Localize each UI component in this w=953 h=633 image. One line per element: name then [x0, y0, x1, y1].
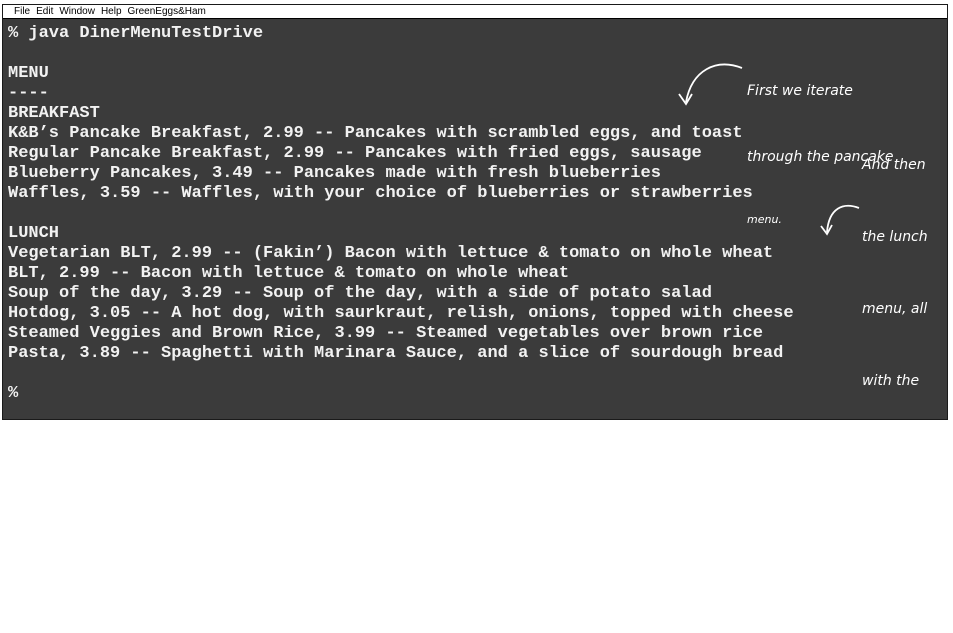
lunch-item: Steamed Veggies and Brown Rice, 3.99 -- … [8, 324, 763, 343]
menu-bar: File Edit Window Help GreenEggs&Ham [3, 5, 947, 19]
menu-help[interactable]: Help [101, 5, 122, 18]
menu-file[interactable]: File [14, 5, 30, 18]
annotation-line: same [862, 446, 892, 459]
lunch-item: Hotdog, 3.05 -- A hot dog, with saurkrau… [8, 304, 794, 323]
menu-window[interactable]: Window [59, 5, 95, 18]
menu-edit[interactable]: Edit [36, 5, 53, 18]
annotation-line: First we iterate [747, 83, 853, 99]
arrow-icon [678, 63, 743, 106]
annotation-line: code. [862, 590, 893, 603]
lunch-item: Pasta, 3.89 -- Spaghetti with Marinara S… [8, 344, 784, 363]
annotation-line: the lunch [862, 229, 928, 245]
annotation-line: menu, all [862, 301, 928, 317]
lunch-item: BLT, 2.99 -- Bacon with lettuce & tomato… [8, 264, 570, 283]
annotation-lunch-iteration: And then the lunch menu, all with the sa… [862, 105, 928, 633]
annotation-line: iteration [862, 517, 922, 533]
annotation-line: with the [862, 373, 920, 389]
annotation-line: And then [862, 157, 926, 173]
lunch-item: Soup of the day, 3.29 -- Soup of the day… [8, 284, 712, 303]
menu-app-name[interactable]: GreenEggs&Ham [128, 5, 206, 18]
arrow-icon [820, 204, 860, 236]
shell-prompt: % [8, 384, 19, 403]
